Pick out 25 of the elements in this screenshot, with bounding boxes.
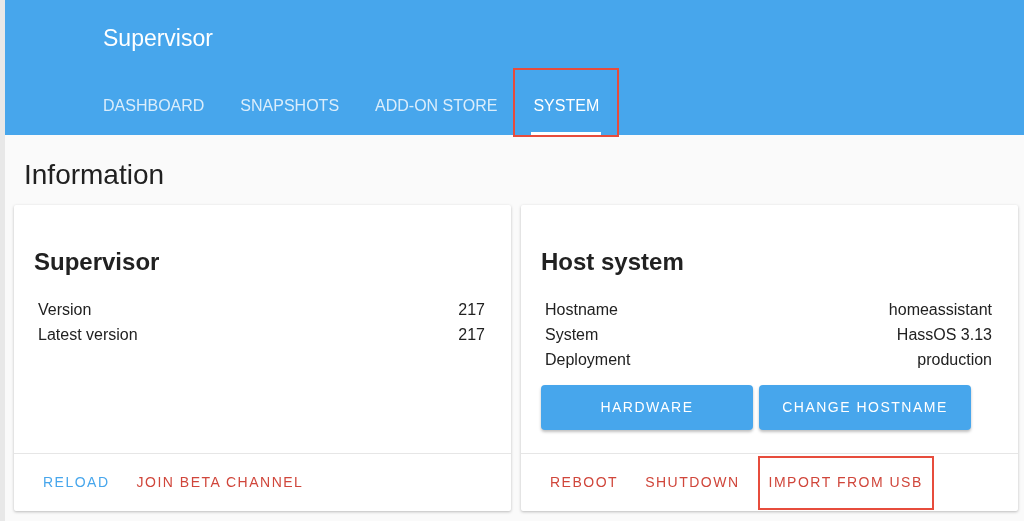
card-title: Supervisor <box>34 247 161 277</box>
row-label: Latest version <box>38 325 138 345</box>
action-link[interactable]: SHUTDOWN <box>636 464 749 501</box>
row-label: Version <box>38 300 92 320</box>
tab[interactable]: SYSTEM <box>515 70 618 135</box>
tab[interactable]: SNAPSHOTS <box>222 70 358 135</box>
row-label: Deployment <box>545 350 631 370</box>
header-title: Supervisor <box>103 24 214 52</box>
action-button[interactable]: CHANGE HOSTNAME <box>759 385 971 430</box>
action-link[interactable]: REBOOT <box>541 464 628 501</box>
row-label: Hostname <box>545 300 618 320</box>
action-button[interactable]: HARDWARE <box>541 385 753 430</box>
card-title: Host system <box>541 247 685 277</box>
action-link[interactable]: JOIN BETA CHANNEL <box>127 464 313 501</box>
action-link[interactable]: RELOAD <box>34 464 119 501</box>
row-value: production <box>917 350 992 370</box>
tab[interactable]: DASHBOARD <box>85 70 223 135</box>
tab[interactable]: ADD-ON STORE <box>357 70 516 135</box>
section-title: Information <box>24 159 166 191</box>
row-value: homeassistant <box>888 300 992 320</box>
row-value: 217 <box>458 300 485 320</box>
row-value: HassOS 3.13 <box>896 325 992 345</box>
row-value: 217 <box>458 325 485 345</box>
action-link[interactable]: IMPORT FROM USB <box>757 455 934 510</box>
row-label: System <box>545 325 599 345</box>
